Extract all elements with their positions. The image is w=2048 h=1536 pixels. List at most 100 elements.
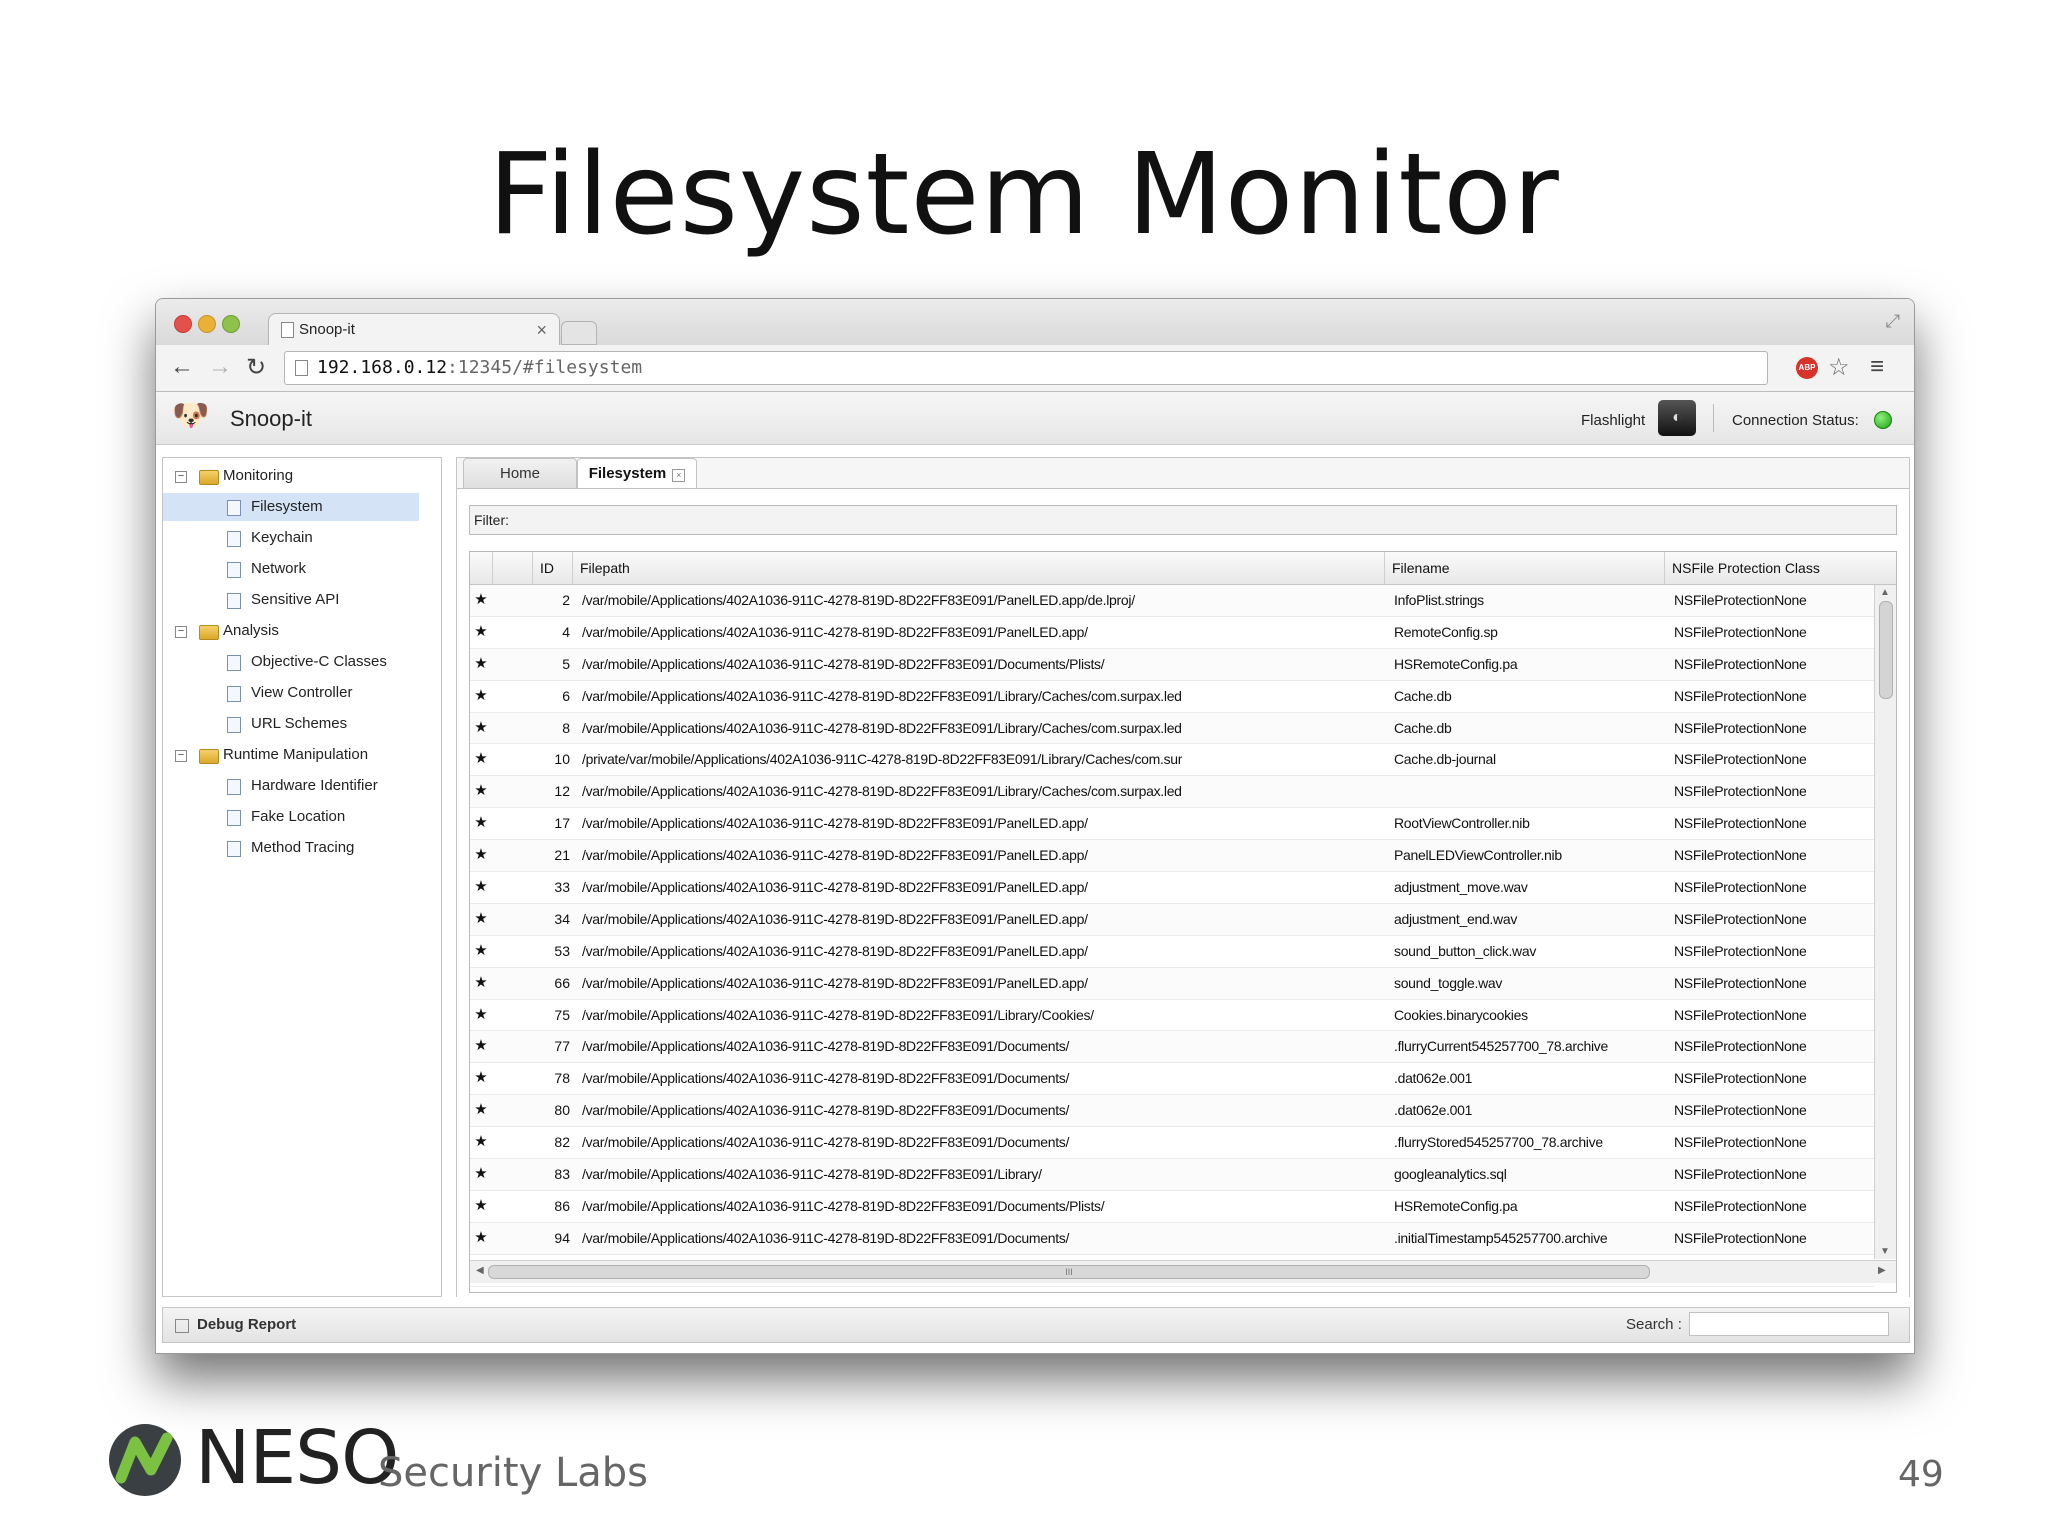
filename-cell: adjustment_move.wav bbox=[1394, 879, 1528, 896]
tab-close-icon[interactable]: × bbox=[672, 469, 686, 482]
star-icon[interactable]: ★ bbox=[470, 1031, 492, 1061]
star-icon[interactable]: ★ bbox=[470, 1159, 492, 1189]
table-row[interactable]: ★ 82/var/mobile/Applications/402A1036-911… bbox=[470, 1127, 1874, 1160]
tree-item-view-controller[interactable]: View Controller bbox=[163, 679, 419, 707]
document-icon bbox=[227, 531, 241, 547]
browser-tab-snoop-it[interactable]: Snoop-it × bbox=[268, 313, 560, 346]
minimize-window-button[interactable] bbox=[198, 315, 216, 333]
zoom-window-button[interactable] bbox=[222, 315, 240, 333]
tab-filesystem[interactable]: Filesystem × bbox=[577, 458, 697, 490]
star-icon[interactable]: ★ bbox=[470, 808, 492, 838]
star-icon[interactable]: ★ bbox=[470, 1000, 492, 1030]
star-icon[interactable]: ☆ bbox=[1828, 353, 1850, 382]
column-header-protection-class[interactable]: NSFile Protection Class bbox=[1664, 552, 1896, 584]
tree-item-method-tracing[interactable]: Method Tracing bbox=[163, 834, 419, 862]
tree-item-filesystem[interactable]: Filesystem bbox=[163, 493, 419, 521]
scroll-down-icon[interactable]: ▼ bbox=[1880, 1246, 1890, 1257]
column-header-status[interactable] bbox=[492, 552, 533, 584]
url-text[interactable]: 192.168.0.12:12345/#filesystem bbox=[317, 352, 642, 384]
column-header-filename[interactable]: Filename bbox=[1384, 552, 1665, 584]
star-icon[interactable]: ★ bbox=[470, 872, 492, 902]
reload-icon[interactable]: ↻ bbox=[246, 353, 266, 382]
new-tab-button[interactable] bbox=[561, 321, 597, 345]
table-row[interactable]: ★ 77/var/mobile/Applications/402A1036-911… bbox=[470, 1031, 1874, 1064]
tree-item-sensitive-api[interactable]: Sensitive API bbox=[163, 586, 419, 614]
table-row[interactable]: ★ 94/var/mobile/Applications/402A1036-911… bbox=[470, 1222, 1874, 1255]
close-window-button[interactable] bbox=[174, 315, 192, 333]
column-header-id[interactable]: ID bbox=[532, 552, 573, 584]
star-icon[interactable]: ★ bbox=[470, 840, 492, 870]
star-icon[interactable]: ★ bbox=[470, 936, 492, 966]
star-icon[interactable]: ★ bbox=[470, 617, 492, 647]
collapse-icon[interactable]: − bbox=[175, 471, 187, 483]
table-row[interactable]: ★ 53/var/mobile/Applications/402A1036-911… bbox=[470, 936, 1874, 968]
star-icon[interactable]: ★ bbox=[470, 1127, 492, 1157]
scroll-right-icon[interactable]: ▶ bbox=[1878, 1265, 1886, 1276]
table-row[interactable]: ★ 78/var/mobile/Applications/402A1036-911… bbox=[470, 1063, 1874, 1096]
tree-group-monitoring[interactable]: − Monitoring bbox=[163, 462, 439, 490]
star-icon[interactable]: ★ bbox=[470, 713, 492, 743]
table-row[interactable]: ★ 34/var/mobile/Applications/402A1036-911… bbox=[470, 903, 1874, 936]
address-bar[interactable]: 192.168.0.12:12345/#filesystem bbox=[284, 351, 1768, 385]
column-header-star[interactable] bbox=[470, 552, 493, 584]
table-row[interactable]: ★ 6/var/mobile/Applications/402A1036-911C… bbox=[470, 681, 1874, 713]
table-row[interactable]: ★ 86/var/mobile/Applications/402A1036-911… bbox=[470, 1191, 1874, 1223]
flashlight-button[interactable]: ◐ bbox=[1658, 400, 1696, 436]
table-row[interactable]: ★ 2/var/mobile/Applications/402A1036-911C… bbox=[470, 585, 1874, 617]
table-row[interactable]: ★ 80/var/mobile/Applications/402A1036-911… bbox=[470, 1095, 1874, 1128]
table-row[interactable]: ★ 66/var/mobile/Applications/402A1036-911… bbox=[470, 967, 1874, 1000]
debug-report-button[interactable]: Debug Report bbox=[197, 1308, 296, 1342]
table-row[interactable]: ★ 10/private/var/mobile/Applications/402A… bbox=[470, 744, 1874, 777]
table-row[interactable]: ★ 5/var/mobile/Applications/402A1036-911C… bbox=[470, 648, 1874, 681]
collapse-icon[interactable]: − bbox=[175, 626, 187, 638]
filename-cell: .dat062e.001 bbox=[1394, 1102, 1473, 1119]
tab-home[interactable]: Home bbox=[463, 458, 577, 490]
scroll-left-icon[interactable]: ◀ bbox=[476, 1265, 484, 1276]
tree-item-network[interactable]: Network bbox=[163, 555, 419, 583]
star-icon[interactable]: ★ bbox=[470, 681, 492, 711]
table-row[interactable]: ★ 4/var/mobile/Applications/402A1036-911C… bbox=[470, 617, 1874, 649]
star-icon[interactable]: ★ bbox=[470, 904, 492, 934]
star-icon[interactable]: ★ bbox=[470, 1223, 492, 1253]
star-icon[interactable]: ★ bbox=[470, 649, 492, 679]
menu-icon[interactable]: ≡ bbox=[1870, 353, 1884, 381]
tree-item-keychain[interactable]: Keychain bbox=[163, 524, 419, 552]
table-row[interactable]: ★ 21/var/mobile/Applications/402A1036-911… bbox=[470, 840, 1874, 873]
tree-item-url-schemes[interactable]: URL Schemes bbox=[163, 710, 419, 738]
vertical-scrollbar[interactable]: ▲ ▼ bbox=[1874, 585, 1896, 1259]
forward-icon[interactable]: → bbox=[208, 353, 232, 381]
star-icon[interactable]: ★ bbox=[470, 968, 492, 998]
collapse-icon[interactable]: − bbox=[175, 750, 187, 762]
star-icon[interactable]: ★ bbox=[470, 1063, 492, 1093]
id-cell: 4 bbox=[562, 623, 570, 640]
table-row[interactable]: ★ 17/var/mobile/Applications/402A1036-911… bbox=[470, 808, 1874, 841]
table-row[interactable]: ★ 8/var/mobile/Applications/402A1036-911C… bbox=[470, 712, 1874, 745]
star-icon[interactable]: ★ bbox=[470, 585, 492, 615]
column-header-label: NSFile Protection Class bbox=[1672, 560, 1820, 576]
vertical-scroll-thumb[interactable] bbox=[1879, 601, 1893, 699]
tree-item-hardware-identifier[interactable]: Hardware Identifier bbox=[163, 772, 419, 800]
table-row[interactable]: ★ 12/var/mobile/Applications/402A1036-911… bbox=[470, 776, 1874, 809]
star-icon[interactable]: ★ bbox=[470, 1095, 492, 1125]
fullscreen-icon[interactable]: ⤢ bbox=[1886, 311, 1900, 332]
star-icon[interactable]: ★ bbox=[470, 776, 492, 806]
table-row[interactable]: ★ 33/var/mobile/Applications/402A1036-911… bbox=[470, 872, 1874, 904]
tree-item-objective-c-classes[interactable]: Objective-C Classes bbox=[163, 648, 419, 676]
tab-close-icon[interactable]: × bbox=[536, 314, 547, 346]
scroll-up-icon[interactable]: ▲ bbox=[1880, 587, 1890, 598]
search-input[interactable] bbox=[1689, 1312, 1889, 1336]
star-icon[interactable]: ★ bbox=[470, 1191, 492, 1221]
column-header-filepath[interactable]: Filepath bbox=[572, 552, 1385, 584]
adblock-icon[interactable]: ABP bbox=[1796, 357, 1818, 379]
debug-report-icon[interactable] bbox=[175, 1319, 189, 1333]
filter-input[interactable]: Filter: bbox=[469, 505, 1897, 535]
star-icon[interactable]: ★ bbox=[470, 744, 492, 774]
table-row[interactable]: ★ 83/var/mobile/Applications/402A1036-911… bbox=[470, 1159, 1874, 1191]
horizontal-scrollbar[interactable]: ◀ III ▶ bbox=[470, 1260, 1896, 1283]
tree-group-runtime-manipulation[interactable]: − Runtime Manipulation bbox=[163, 741, 439, 769]
tree-item-fake-location[interactable]: Fake Location bbox=[163, 803, 419, 831]
horizontal-scroll-thumb[interactable]: III bbox=[488, 1265, 1650, 1279]
table-row[interactable]: ★ 75/var/mobile/Applications/402A1036-911… bbox=[470, 1000, 1874, 1032]
tree-group-analysis[interactable]: − Analysis bbox=[163, 617, 439, 645]
back-icon[interactable]: ← bbox=[170, 353, 194, 381]
